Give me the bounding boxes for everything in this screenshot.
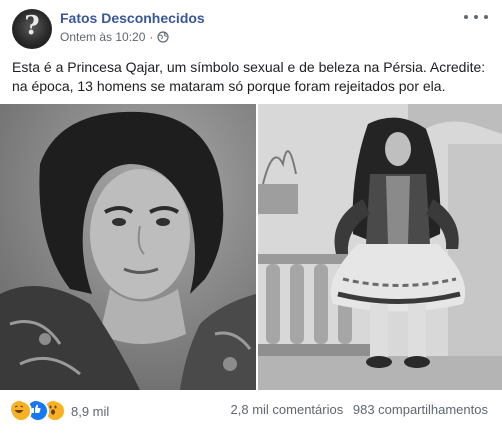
meta-separator: ·: [149, 30, 154, 44]
post-footer: 8,9 mil 2,8 mil comentários 983 comparti…: [0, 392, 502, 432]
full-length-photo: [258, 104, 502, 390]
post-timestamp[interactable]: Ontem às 10:20: [60, 30, 145, 44]
question-mark-logo: ?: [24, 11, 40, 41]
post-text: Esta é a Princesa Qajar, um símbolo sexu…: [12, 59, 486, 94]
more-options-icon[interactable]: [464, 10, 488, 24]
reaction-count: 8,9 mil: [71, 403, 110, 419]
page-name-link[interactable]: Fatos Desconhecidos: [60, 10, 205, 26]
post-photo[interactable]: [0, 104, 502, 390]
portrait-photo: [0, 104, 256, 390]
comment-count-link[interactable]: 2,8 mil comentários: [231, 402, 344, 417]
reaction-summary[interactable]: 8,9 mil: [10, 400, 109, 422]
engagement-stats: 2,8 mil comentários 983 compartilhamento…: [231, 402, 488, 417]
share-count-link[interactable]: 983 compartilhamentos: [353, 402, 488, 417]
post-header: ? Fatos Desconhecidos Ontem às 10:20 ·: [0, 0, 502, 54]
post-meta: Ontem às 10:20 ·: [60, 30, 169, 44]
globe-icon: [157, 31, 169, 43]
page-avatar[interactable]: ?: [12, 9, 52, 49]
facebook-post: ? Fatos Desconhecidos Ontem às 10:20 · E…: [0, 0, 502, 436]
haha-icon: [10, 400, 32, 422]
